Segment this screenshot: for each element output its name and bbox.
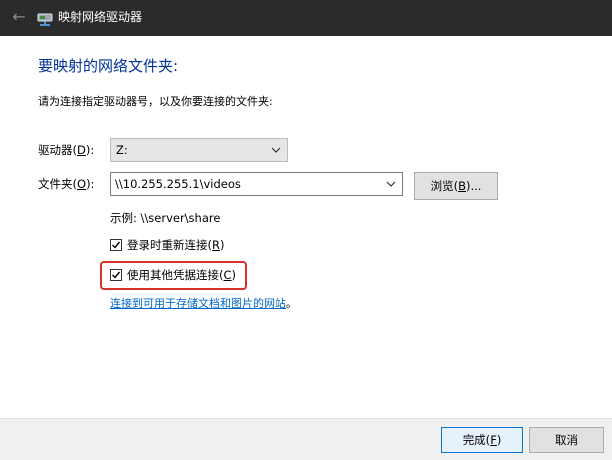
reconnect-label: 登录时重新连接(R): [127, 238, 225, 252]
chevron-down-icon: [271, 147, 281, 153]
folder-combobox[interactable]: \\10.255.255.1\videos: [110, 172, 403, 196]
finish-button[interactable]: 完成(F): [441, 427, 523, 453]
chevron-down-icon[interactable]: [386, 179, 396, 189]
instruction-text: 请为连接指定驱动器号，以及你要连接的文件夹:: [38, 95, 273, 108]
page-heading: 要映射的网络文件夹:: [38, 57, 179, 75]
link-trailing-punctuation: 。: [286, 297, 297, 310]
folder-input-value: \\10.255.255.1\videos: [115, 177, 241, 191]
reconnect-checkbox[interactable]: [110, 239, 122, 251]
browse-button[interactable]: 浏览(B)...: [414, 172, 498, 200]
website-storage-link[interactable]: 连接到可用于存储文档和图片的网站: [110, 297, 286, 310]
back-arrow-icon: ←: [12, 7, 26, 26]
website-link-row: 连接到可用于存储文档和图片的网站。: [110, 296, 297, 312]
cancel-button[interactable]: 取消: [529, 427, 604, 453]
example-text: 示例: \\server\share: [110, 211, 221, 225]
title-bar: ← 映射网络驱动器: [0, 0, 612, 36]
check-icon: [112, 271, 121, 279]
credentials-label: 使用其他凭据连接(C): [127, 268, 237, 282]
drive-label: 驱动器(D):: [38, 143, 95, 157]
drive-select-value: Z:: [116, 143, 128, 157]
credentials-checkbox[interactable]: [110, 269, 122, 281]
network-drive-icon: [37, 13, 53, 26]
check-icon: [112, 241, 121, 249]
drive-select[interactable]: Z:: [110, 138, 288, 162]
back-button[interactable]: ←: [6, 4, 32, 30]
folder-label: 文件夹(O):: [38, 177, 95, 191]
window-title: 映射网络驱动器: [58, 10, 143, 24]
